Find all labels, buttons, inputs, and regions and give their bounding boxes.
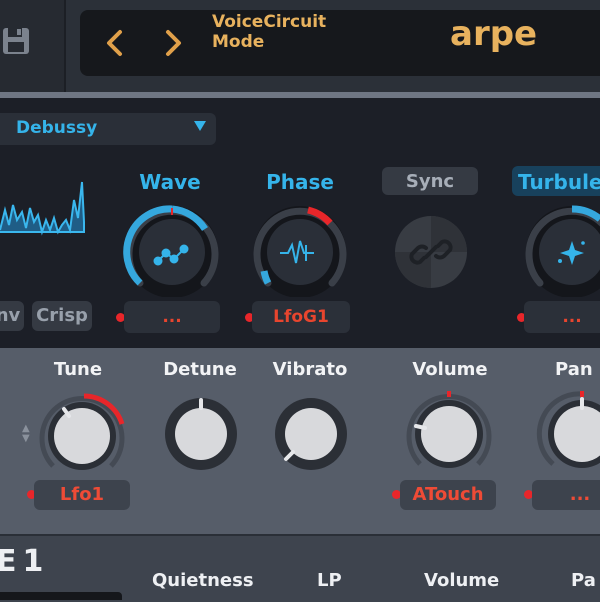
bottom-volume-label: Volume xyxy=(424,570,500,591)
vibrato-label: Vibrato xyxy=(272,359,348,380)
preset-name: arpe xyxy=(450,14,538,54)
turbulence-mod-slot[interactable]: ... xyxy=(524,301,600,333)
vibrato-knob[interactable] xyxy=(273,396,349,472)
phase-mod-slot[interactable]: LfoG1 xyxy=(252,301,350,333)
save-area xyxy=(0,0,66,92)
mode-line-2: Mode xyxy=(212,32,265,52)
stepper-arrows-icon[interactable]: ▲ ▼ xyxy=(22,424,30,444)
mode-line-1: VoiceCircuit xyxy=(212,12,327,32)
phase-label: Phase xyxy=(266,170,334,194)
volume-label: Volume xyxy=(412,359,488,380)
triangle-down-icon xyxy=(194,121,206,131)
waveform-dropdown-value: Debussy xyxy=(16,118,98,138)
pan-mod-slot[interactable]: ... xyxy=(532,480,600,510)
sync-toggle[interactable] xyxy=(393,214,469,290)
waveform-line xyxy=(0,181,85,236)
pan-label: Pan xyxy=(555,359,593,380)
volume-mod-slot[interactable]: ATouch xyxy=(400,480,496,510)
pan-knob[interactable] xyxy=(536,388,600,480)
next-preset-button[interactable] xyxy=(162,10,184,98)
quietness-label: Quietness xyxy=(152,570,254,591)
tune-label: Tune xyxy=(53,359,103,380)
chevron-left-icon xyxy=(107,30,122,56)
turbulence-knob[interactable] xyxy=(520,205,600,297)
wave-label: Wave xyxy=(139,170,201,194)
mode-label: VoiceCircuit Mode xyxy=(212,12,326,52)
sync-button[interactable]: Sync xyxy=(382,167,478,195)
tune-knob[interactable] xyxy=(36,390,128,482)
tune-mod-slot[interactable]: Lfo1 xyxy=(34,480,130,510)
volume-knob[interactable] xyxy=(403,388,495,480)
prev-preset-button[interactable] xyxy=(104,10,126,98)
waveform-preview xyxy=(0,181,85,236)
lp-label: LP xyxy=(317,570,342,591)
wave-mod-slot[interactable]: ... xyxy=(124,301,220,333)
detune-label: Detune xyxy=(163,359,237,380)
save-icon[interactable] xyxy=(2,26,32,56)
bottom-pan-label: Pa xyxy=(571,570,596,591)
crisp-button[interactable]: Crisp xyxy=(32,301,92,331)
env-button[interactable]: nv xyxy=(0,301,24,331)
wave-knob[interactable] xyxy=(120,205,224,297)
phase-knob[interactable] xyxy=(248,205,352,297)
section-title: E1 xyxy=(0,544,50,579)
chevron-right-icon xyxy=(166,30,181,56)
bottom-bar xyxy=(0,592,122,600)
detune-knob[interactable] xyxy=(163,396,239,472)
turbulence-label: Turbulen xyxy=(518,170,600,194)
